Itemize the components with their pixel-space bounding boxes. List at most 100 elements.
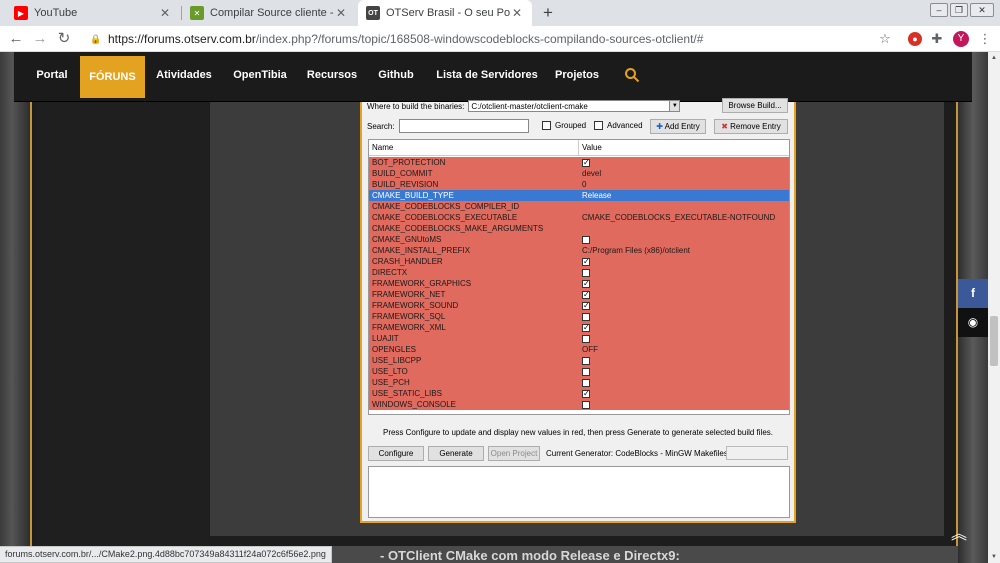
- table-row[interactable]: FRAMEWORK_NET: [369, 289, 789, 300]
- table-row[interactable]: BUILD_REVISION 0: [369, 179, 789, 190]
- address-bar[interactable]: 🔒 https://forums.otserv.com.br/index.php…: [84, 28, 900, 50]
- table-row[interactable]: USE_PCH: [369, 377, 789, 388]
- nav-atividades[interactable]: Atividades: [152, 52, 216, 98]
- page-scrollbar[interactable]: ▲ ▼: [988, 52, 1000, 563]
- entry-checkbox[interactable]: [582, 289, 590, 300]
- tab-compilar-source[interactable]: ✕ Compilar Source cliente - Clients ✕: [182, 0, 356, 26]
- facebook-icon[interactable]: f: [958, 279, 988, 308]
- entry-checkbox[interactable]: [582, 300, 590, 311]
- scroll-thumb[interactable]: [990, 316, 998, 366]
- table-row[interactable]: USE_STATIC_LIBS: [369, 388, 789, 399]
- entry-value[interactable]: 0: [582, 179, 586, 190]
- entry-checkbox[interactable]: [582, 379, 590, 388]
- nav-github[interactable]: Github: [372, 52, 420, 98]
- entry-value[interactable]: [582, 388, 590, 399]
- table-row[interactable]: BUILD_COMMIT devel: [369, 168, 789, 179]
- entry-value[interactable]: [582, 322, 590, 333]
- github-icon[interactable]: ◉: [958, 308, 988, 337]
- column-value-header[interactable]: Value: [579, 140, 789, 156]
- entry-value[interactable]: [582, 300, 590, 311]
- entry-value[interactable]: [582, 289, 590, 300]
- entry-value[interactable]: devel: [582, 168, 601, 179]
- nav-opentibia[interactable]: OpenTibia: [228, 52, 292, 98]
- table-row[interactable]: USE_LIBCPP: [369, 355, 789, 366]
- entry-value[interactable]: [582, 267, 590, 278]
- forward-icon[interactable]: →: [30, 29, 50, 49]
- entry-value[interactable]: [582, 377, 590, 388]
- extensions-puzzle-icon[interactable]: ✚: [928, 30, 946, 48]
- entry-value[interactable]: [582, 311, 590, 322]
- entry-value[interactable]: Release: [582, 190, 611, 201]
- table-row[interactable]: CMAKE_BUILD_TYPE Release: [369, 190, 789, 201]
- restore-button[interactable]: ❐: [950, 3, 968, 17]
- scroll-up-icon[interactable]: ▲: [988, 52, 1000, 64]
- entry-value[interactable]: [582, 278, 590, 289]
- nav-recursos[interactable]: Recursos: [304, 52, 360, 98]
- search-input[interactable]: [399, 119, 529, 133]
- output-log[interactable]: [368, 466, 790, 518]
- entry-checkbox[interactable]: [582, 357, 590, 366]
- entry-value[interactable]: [582, 256, 590, 267]
- entry-value[interactable]: [582, 399, 590, 410]
- generate-button[interactable]: Generate: [428, 446, 484, 461]
- reload-icon[interactable]: ↻: [54, 29, 74, 49]
- chevron-down-icon[interactable]: ▼: [669, 101, 680, 111]
- close-icon[interactable]: ✕: [334, 6, 348, 20]
- configure-button[interactable]: Configure: [368, 446, 424, 461]
- where-build-input[interactable]: C:/otclient-master/otclient-cmake ▼: [468, 100, 681, 112]
- remove-entry-button[interactable]: ✖ Remove Entry: [714, 119, 788, 134]
- entry-checkbox[interactable]: [582, 313, 590, 322]
- entry-value[interactable]: CMAKE_CODEBLOCKS_EXECUTABLE-NOTFOUND: [582, 212, 775, 223]
- search-icon[interactable]: [620, 52, 644, 98]
- table-row[interactable]: FRAMEWORK_GRAPHICS: [369, 278, 789, 289]
- table-row[interactable]: OPENGLES OFF: [369, 344, 789, 355]
- nav-portal[interactable]: Portal: [28, 52, 76, 98]
- entry-value[interactable]: [582, 157, 590, 168]
- table-row[interactable]: FRAMEWORK_XML: [369, 322, 789, 333]
- tab-otserv-brasil[interactable]: OT OTServ Brasil - O seu Portal para ✕: [358, 0, 532, 26]
- table-row[interactable]: DIRECTX: [369, 267, 789, 278]
- entry-checkbox[interactable]: [582, 368, 590, 377]
- entry-checkbox[interactable]: [582, 278, 590, 289]
- nav-lista-servidores[interactable]: Lista de Servidores: [432, 52, 542, 98]
- table-row[interactable]: CRASH_HANDLER: [369, 256, 789, 267]
- scroll-to-top-icon[interactable]: ︽: [948, 524, 970, 546]
- entry-checkbox[interactable]: [582, 236, 590, 245]
- entry-value[interactable]: OFF: [582, 344, 598, 355]
- menu-kebab-icon[interactable]: ⋮: [976, 30, 994, 48]
- entry-value[interactable]: [582, 355, 590, 366]
- tab-youtube[interactable]: ▶ YouTube ✕: [6, 0, 180, 26]
- table-row[interactable]: CMAKE_CODEBLOCKS_COMPILER_ID: [369, 201, 789, 212]
- table-row[interactable]: CMAKE_CODEBLOCKS_EXECUTABLE CMAKE_CODEBLO…: [369, 212, 789, 223]
- entry-checkbox[interactable]: [582, 388, 590, 399]
- close-icon[interactable]: ✕: [158, 6, 172, 20]
- table-row[interactable]: FRAMEWORK_SOUND: [369, 300, 789, 311]
- new-tab-button[interactable]: +: [538, 3, 558, 23]
- entry-value[interactable]: [582, 366, 590, 377]
- entry-value[interactable]: C:/Program Files (x86)/otclient: [582, 245, 690, 256]
- table-row[interactable]: WINDOWS_CONSOLE: [369, 399, 789, 410]
- table-row[interactable]: CMAKE_INSTALL_PREFIX C:/Program Files (x8…: [369, 245, 789, 256]
- entry-checkbox[interactable]: [582, 269, 590, 278]
- entry-value[interactable]: [582, 234, 590, 245]
- back-icon[interactable]: ←: [6, 29, 26, 49]
- entry-checkbox[interactable]: [582, 157, 590, 168]
- entry-checkbox[interactable]: [582, 335, 590, 344]
- advanced-option[interactable]: Advanced: [594, 121, 643, 130]
- table-row[interactable]: FRAMEWORK_SQL: [369, 311, 789, 322]
- nav-projetos[interactable]: Projetos: [552, 52, 602, 98]
- scroll-down-icon[interactable]: ▼: [988, 551, 1000, 563]
- extension-adblock-icon[interactable]: ●: [908, 32, 922, 46]
- advanced-checkbox[interactable]: [594, 121, 603, 130]
- table-row[interactable]: USE_LTO: [369, 366, 789, 377]
- entry-value[interactable]: [582, 333, 590, 344]
- close-icon[interactable]: ✕: [510, 6, 524, 20]
- entry-checkbox[interactable]: [582, 322, 590, 333]
- entry-checkbox[interactable]: [582, 256, 590, 267]
- open-project-button[interactable]: Open Project: [488, 446, 540, 461]
- window-close-button[interactable]: ✕: [970, 3, 994, 17]
- profile-avatar[interactable]: Y: [953, 31, 969, 47]
- grouped-option[interactable]: Grouped: [542, 121, 586, 130]
- entry-checkbox[interactable]: [582, 401, 590, 410]
- table-row[interactable]: BOT_PROTECTION: [369, 157, 789, 168]
